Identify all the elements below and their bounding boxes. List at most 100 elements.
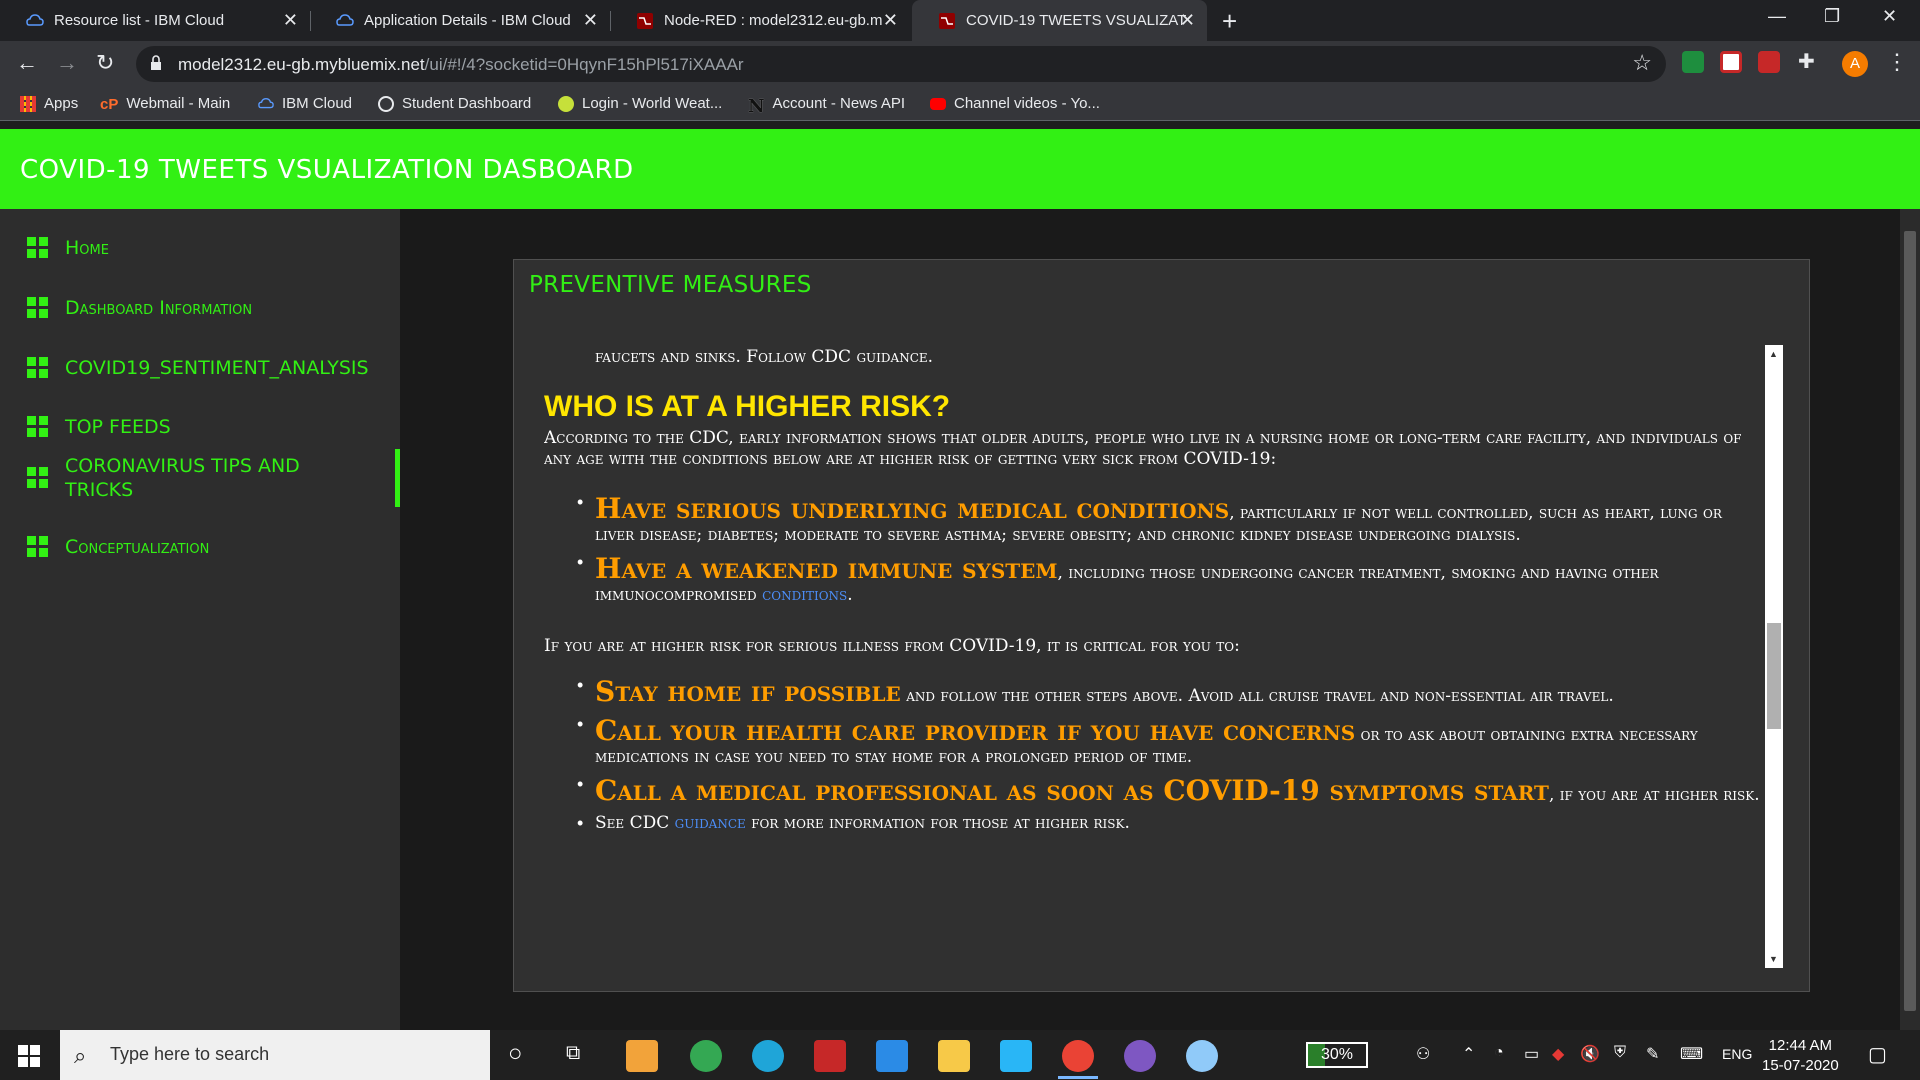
lock-icon	[151, 55, 161, 70]
bookmark-world-weather[interactable]: Login - World Weat...	[558, 95, 722, 112]
cortana-icon[interactable]: ○	[508, 1040, 523, 1068]
task-view-icon[interactable]: ⧉	[566, 1042, 580, 1065]
tab-application-details[interactable]: Application Details - IBM Cloud ✕	[310, 0, 610, 41]
tab-title: Resource list - IBM Cloud	[54, 12, 225, 29]
taskbar-search-box[interactable]: ⌕ Type here to search	[60, 1030, 490, 1080]
battery-tray-icon[interactable]: ▭	[1524, 1044, 1539, 1064]
sidebar-item-top-feeds[interactable]: TOP FEEDS	[0, 402, 400, 452]
show-hidden-icons-chevron-icon[interactable]: ⌃	[1462, 1044, 1475, 1064]
bookmark-label: Channel videos - Yo...	[954, 95, 1100, 112]
profile-avatar[interactable]: A	[1842, 51, 1868, 77]
dashboard-grid-icon	[27, 467, 49, 489]
chrome-icon[interactable]	[690, 1040, 722, 1072]
keyboard-icon[interactable]: ⌨	[1680, 1044, 1703, 1064]
tab-resource-list[interactable]: Resource list - IBM Cloud ✕	[0, 0, 310, 41]
content-scrollbar-thumb[interactable]	[1767, 623, 1781, 729]
edge-icon[interactable]	[752, 1040, 784, 1072]
conditions-link[interactable]: conditions	[762, 585, 847, 605]
tab-covid-dashboard[interactable]: COVID-19 TWEETS VSUALIZATIO ✕	[912, 0, 1207, 41]
node-red-icon	[939, 13, 955, 29]
minimize-icon[interactable]: —	[1768, 6, 1786, 27]
pen-icon[interactable]: ✎	[1646, 1044, 1659, 1064]
mcafee-icon[interactable]	[814, 1040, 846, 1072]
apps-grid-icon	[20, 95, 36, 112]
bookmarks-bar: Apps cP Webmail - Main IBM Cloud Student…	[0, 87, 1920, 121]
page-scrollbar-thumb[interactable]	[1904, 231, 1916, 1011]
node-red-icon	[637, 13, 653, 29]
bookmark-student-dashboard[interactable]: Student Dashboard	[378, 95, 531, 112]
paint-icon[interactable]	[1186, 1040, 1218, 1072]
security-shield-icon[interactable]: ⛨	[1614, 1044, 1626, 1062]
higher-risk-intro: According to the CDC, early information …	[544, 428, 1742, 469]
card-title: PREVENTIVE MEASURES	[529, 272, 812, 298]
list-item: Have serious underlying medical conditio…	[577, 492, 1764, 546]
new-tab-button[interactable]: +	[1222, 6, 1237, 37]
bookmark-star-icon[interactable]: ☆	[1632, 50, 1652, 76]
bookmark-ibm-cloud[interactable]: IBM Cloud	[258, 95, 352, 112]
sidebar-nav: Home Dashboard Information COVID19_SENTI…	[0, 209, 400, 1030]
file-explorer-icon[interactable]	[938, 1040, 970, 1072]
sidebar-item-label: Conceptualization	[65, 536, 210, 558]
sidebar-item-conceptualization[interactable]: Conceptualization	[0, 522, 400, 572]
scroll-up-icon[interactable]: ▲	[1769, 349, 1778, 359]
ibm-cloud-icon	[26, 14, 44, 26]
people-icon[interactable]: ⚇	[1416, 1044, 1430, 1064]
forward-icon[interactable]: →	[56, 50, 78, 76]
windows-start-icon[interactable]	[18, 1045, 40, 1067]
language-indicator[interactable]: ENG	[1722, 1046, 1752, 1062]
browser-menu-icon[interactable]: ⋮	[1886, 49, 1908, 75]
notifications-icon[interactable]: ▢	[1868, 1042, 1887, 1067]
extensions-puzzle-icon[interactable]: ✚	[1798, 49, 1815, 74]
volume-muted-icon[interactable]: 🔇	[1580, 1044, 1600, 1064]
close-tab-icon[interactable]: ✕	[883, 10, 898, 31]
risk-list: Have serious underlying medical conditio…	[577, 492, 1764, 606]
page-scrollbar[interactable]	[1900, 209, 1920, 1030]
close-tab-icon[interactable]: ✕	[583, 10, 598, 31]
bookmark-apps[interactable]: Apps	[20, 95, 78, 112]
dashboard-grid-icon	[27, 357, 49, 379]
store-icon[interactable]	[626, 1040, 658, 1072]
mcafee-tray-icon[interactable]: ◆	[1552, 1044, 1564, 1064]
sidebar-item-sentiment-analysis[interactable]: COVID19_SENTIMENT_ANALYSIS	[0, 343, 400, 393]
close-tab-icon[interactable]: ✕	[1180, 10, 1195, 31]
sidebar-item-home[interactable]: Home	[0, 223, 400, 273]
action-title: Call your health care provider if you ha…	[595, 714, 1356, 747]
sidebar-item-dashboard-information[interactable]: Dashboard Information	[0, 283, 400, 333]
battery-percent: 30%	[1320, 1046, 1354, 1063]
bookmark-label: Login - World Weat...	[582, 95, 723, 112]
sidebar-item-label: Home	[65, 237, 109, 259]
extension-shield-icon[interactable]	[1682, 51, 1704, 73]
restore-icon[interactable]: ❐	[1824, 6, 1840, 27]
app-title: COVID-19 TWEETS VSUALIZATION DASBOARD	[20, 155, 634, 185]
wifi-icon[interactable]: ◔	[1494, 1044, 1504, 1062]
sidebar-item-coronavirus-tips[interactable]: CORONAVIRUS TIPS AND TRICKS	[0, 449, 400, 507]
content-scrollbar[interactable]: ▲ ▼	[1765, 345, 1783, 968]
reload-icon[interactable]: ↻	[96, 50, 114, 76]
scroll-down-icon[interactable]: ▼	[1769, 954, 1778, 964]
tab-node-red[interactable]: Node-RED : model2312.eu-gb.m ✕	[610, 0, 910, 41]
close-tab-icon[interactable]: ✕	[283, 10, 298, 31]
taskbar-clock[interactable]: 12:44 AM 15-07-2020	[1762, 1036, 1839, 1076]
url-bar[interactable]: model2312.eu-gb.mybluemix.net/ui/#!/4?so…	[136, 46, 1666, 82]
clock-time: 12:44 AM	[1768, 1037, 1833, 1054]
mail-icon[interactable]	[876, 1040, 908, 1072]
close-window-icon[interactable]: ✕	[1882, 6, 1897, 27]
ibm-cloud-icon	[258, 97, 274, 108]
browser-tab-bar: Resource list - IBM Cloud ✕ Application …	[0, 0, 1920, 41]
l-app-icon[interactable]	[1000, 1040, 1032, 1072]
extension-mcafee-icon[interactable]	[1758, 51, 1780, 73]
battery-indicator[interactable]: 30%	[1306, 1042, 1368, 1068]
bookmark-news-api[interactable]: N Account - News API	[748, 95, 905, 117]
bookmark-youtube[interactable]: Channel videos - Yo...	[930, 95, 1100, 112]
guidance-link[interactable]: guidance	[675, 813, 746, 833]
bookmark-label: Webmail - Main	[126, 95, 231, 112]
action-title: Stay home if possible	[595, 675, 901, 708]
back-icon[interactable]: ←	[16, 50, 38, 76]
tips-content[interactable]: faucets and sinks. Follow CDC guidance. …	[544, 345, 1764, 965]
chrome-profile-2-icon[interactable]	[1124, 1040, 1156, 1072]
bookmark-label: Apps	[44, 95, 79, 112]
list-item: Stay home if possible and follow the oth…	[577, 675, 1764, 708]
extension-pocket-icon[interactable]	[1720, 51, 1742, 73]
chrome-profile-icon[interactable]	[1062, 1040, 1094, 1072]
bookmark-webmail[interactable]: cP Webmail - Main	[100, 95, 231, 113]
